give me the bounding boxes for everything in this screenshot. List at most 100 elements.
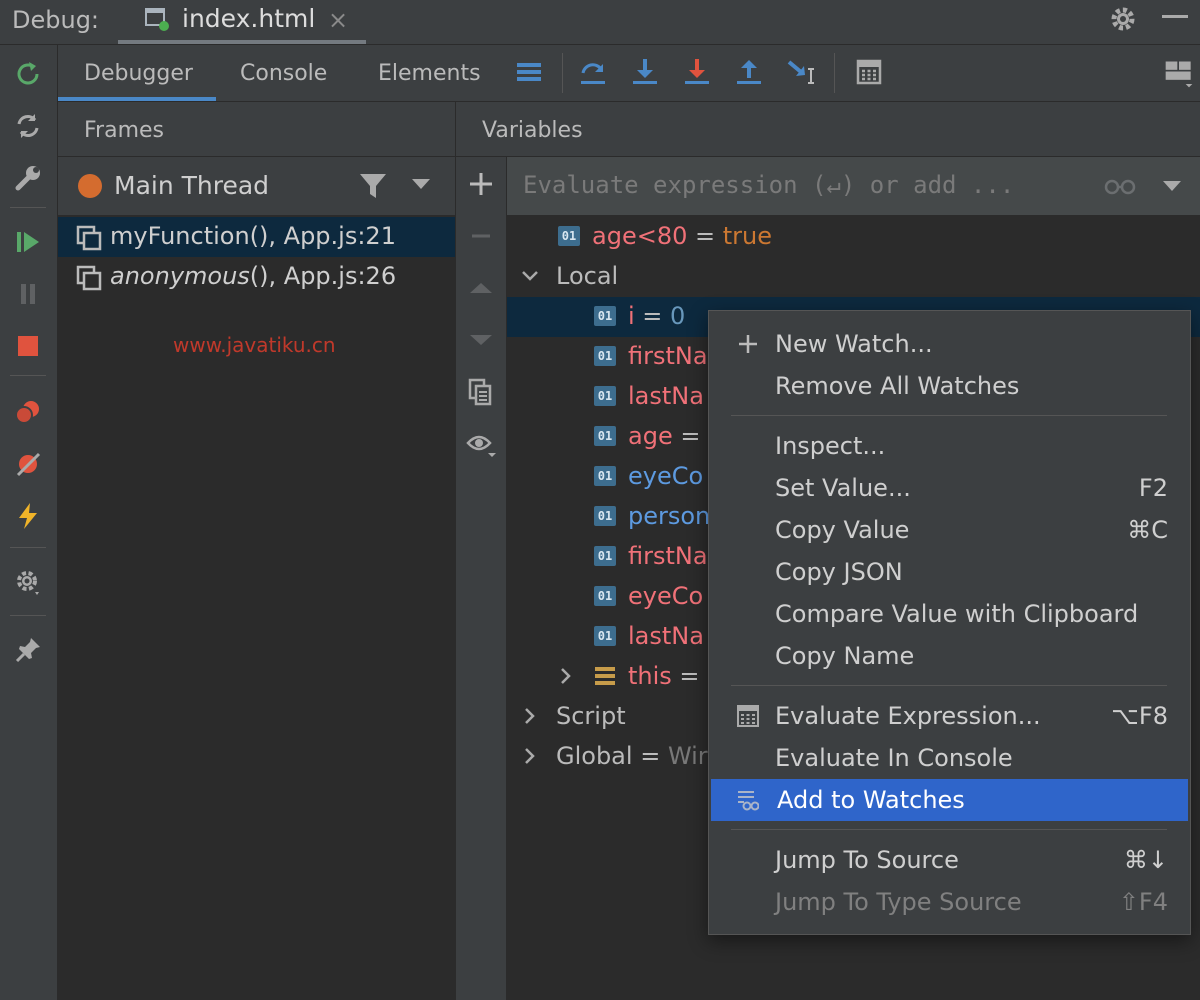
stop-icon[interactable] [13,331,43,361]
step-out-icon[interactable] [734,57,764,87]
menu-item-label: Jump To Type Source [775,888,1022,916]
primitive-value-icon: 01 [594,346,616,366]
thread-selector[interactable]: Main Thread [58,157,455,216]
strip-separator [10,375,46,376]
layout-settings-icon[interactable] [1164,59,1194,89]
variables-panel-header: Variables [456,102,1200,157]
menu-item-copy-name[interactable]: Copy Name [709,635,1190,677]
wrench-icon[interactable] [13,163,43,193]
debug-label: Debug: [12,6,100,34]
tab-elements[interactable]: Elements [378,61,481,86]
minimize-icon[interactable] [1162,15,1188,18]
variable-label: this = [628,662,700,690]
variable-name: eyeCo [628,582,704,610]
step-over-icon[interactable] [578,57,608,87]
primitive-value-icon: 01 [594,626,616,646]
frame-item[interactable]: anonymous(), App.js:26 [58,257,455,297]
pin-icon[interactable] [13,635,43,665]
frame-location: , App.js:21 [268,222,396,250]
copy-icon[interactable] [466,377,496,407]
frames-title: Frames [84,118,165,143]
menu-item-evaluate-expression[interactable]: Evaluate Expression... ⌥F8 [709,695,1190,737]
evaluate-expression-icon[interactable] [854,57,884,87]
watch-expression: age<80 = true [592,222,772,250]
variable-name: i [628,302,635,330]
gear-icon[interactable] [1108,4,1138,34]
scope-label: Local [556,262,619,290]
chevron-down-icon[interactable] [1163,181,1181,191]
step-into-icon[interactable] [630,57,660,87]
variable-name: firstNa [628,542,708,570]
primitive-value-icon: 01 [594,426,616,446]
frame-label: myFunction(), App.js:21 [110,222,396,250]
variable-label: age = [628,422,700,450]
menu-item-new-watch[interactable]: New Watch... [709,323,1190,365]
variable-name: person [628,502,711,530]
primitive-value-icon: 01 [594,466,616,486]
tab-debugger[interactable]: Debugger [84,61,193,86]
menu-item-jump-to-type-source[interactable]: Jump To Type Source ⇧F4 [709,881,1190,923]
menu-item-shortcut: ⌘C [1127,516,1168,544]
frames-panel-header: Frames [58,102,456,157]
menu-item-add-to-watches[interactable]: Add to Watches [711,779,1188,821]
frame-item[interactable]: myFunction(), App.js:21 [58,217,455,257]
close-icon[interactable]: × [328,6,348,34]
glasses-icon[interactable] [1103,175,1137,197]
lightning-icon[interactable] [13,501,43,531]
menu-item-compare-clipboard[interactable]: Compare Value with Clipboard [709,593,1190,635]
move-down-icon[interactable] [466,325,496,355]
variable-name: firstNa [628,342,708,370]
rerun-icon[interactable] [13,59,43,89]
eye-icon[interactable] [466,429,496,459]
primitive-value-icon: 01 [558,226,580,246]
chevron-down-icon[interactable] [412,179,430,189]
run-to-cursor-icon[interactable] [786,57,816,87]
view-breakpoints-icon[interactable] [13,397,43,427]
evaluate-expression-input[interactable]: Evaluate expression (↵) or add ... [523,171,1014,199]
menu-item-evaluate-in-console[interactable]: Evaluate In Console [709,737,1190,779]
menu-item-label: Compare Value with Clipboard [775,600,1139,628]
scope-value: Wir [667,742,708,770]
variable-name: age [628,422,673,450]
menu-item-copy-value[interactable]: Copy Value ⌘C [709,509,1190,551]
menu-item-remove-all-watches[interactable]: Remove All Watches [709,365,1190,407]
menu-item-label: Copy Name [775,642,915,670]
variable-name: eyeCo [628,462,704,490]
filter-icon[interactable] [358,171,388,201]
menu-item-shortcut: ⌘↓ [1123,846,1168,874]
menu-item-label: Set Value... [775,474,911,502]
watch-value: true [722,222,772,250]
scope-group-local[interactable]: Local [507,257,1200,297]
force-step-into-icon[interactable] [682,57,712,87]
minus-icon[interactable] [466,221,496,251]
run-config-tab[interactable]: index.html × [118,0,366,44]
mute-breakpoints-icon[interactable] [13,449,43,479]
primitive-value-icon: 01 [594,586,616,606]
chevron-down-icon[interactable] [521,267,539,285]
scope-label: Global = Wir [556,742,708,770]
chevron-right-icon[interactable] [521,707,539,725]
debug-actions-strip [0,45,58,1000]
menu-item-inspect[interactable]: Inspect... [709,425,1190,467]
primitive-value-icon: 01 [594,506,616,526]
pause-icon[interactable] [13,279,43,309]
frame-function: myFunction() [110,222,269,250]
chevron-right-icon[interactable] [521,747,539,765]
evaluate-expression-bar[interactable]: Evaluate expression (↵) or add ... [507,157,1200,215]
plus-icon[interactable] [466,169,496,199]
frame-function: anonymous [110,262,250,290]
resume-icon[interactable] [13,227,43,257]
refresh-icon[interactable] [13,111,43,141]
chevron-right-icon[interactable] [557,667,575,685]
menu-item-jump-to-source[interactable]: Jump To Source ⌘↓ [709,839,1190,881]
tab-console[interactable]: Console [240,61,327,86]
watch-row[interactable]: 01 age<80 = true [507,217,1200,257]
menu-item-label: Copy JSON [775,558,903,586]
show-execution-point-icon[interactable] [514,57,544,87]
settings-icon[interactable] [13,567,43,597]
menu-item-copy-json[interactable]: Copy JSON [709,551,1190,593]
move-up-icon[interactable] [466,273,496,303]
strip-separator [10,615,46,616]
menu-item-set-value[interactable]: Set Value... F2 [709,467,1190,509]
watch-name: age<80 [592,222,688,250]
